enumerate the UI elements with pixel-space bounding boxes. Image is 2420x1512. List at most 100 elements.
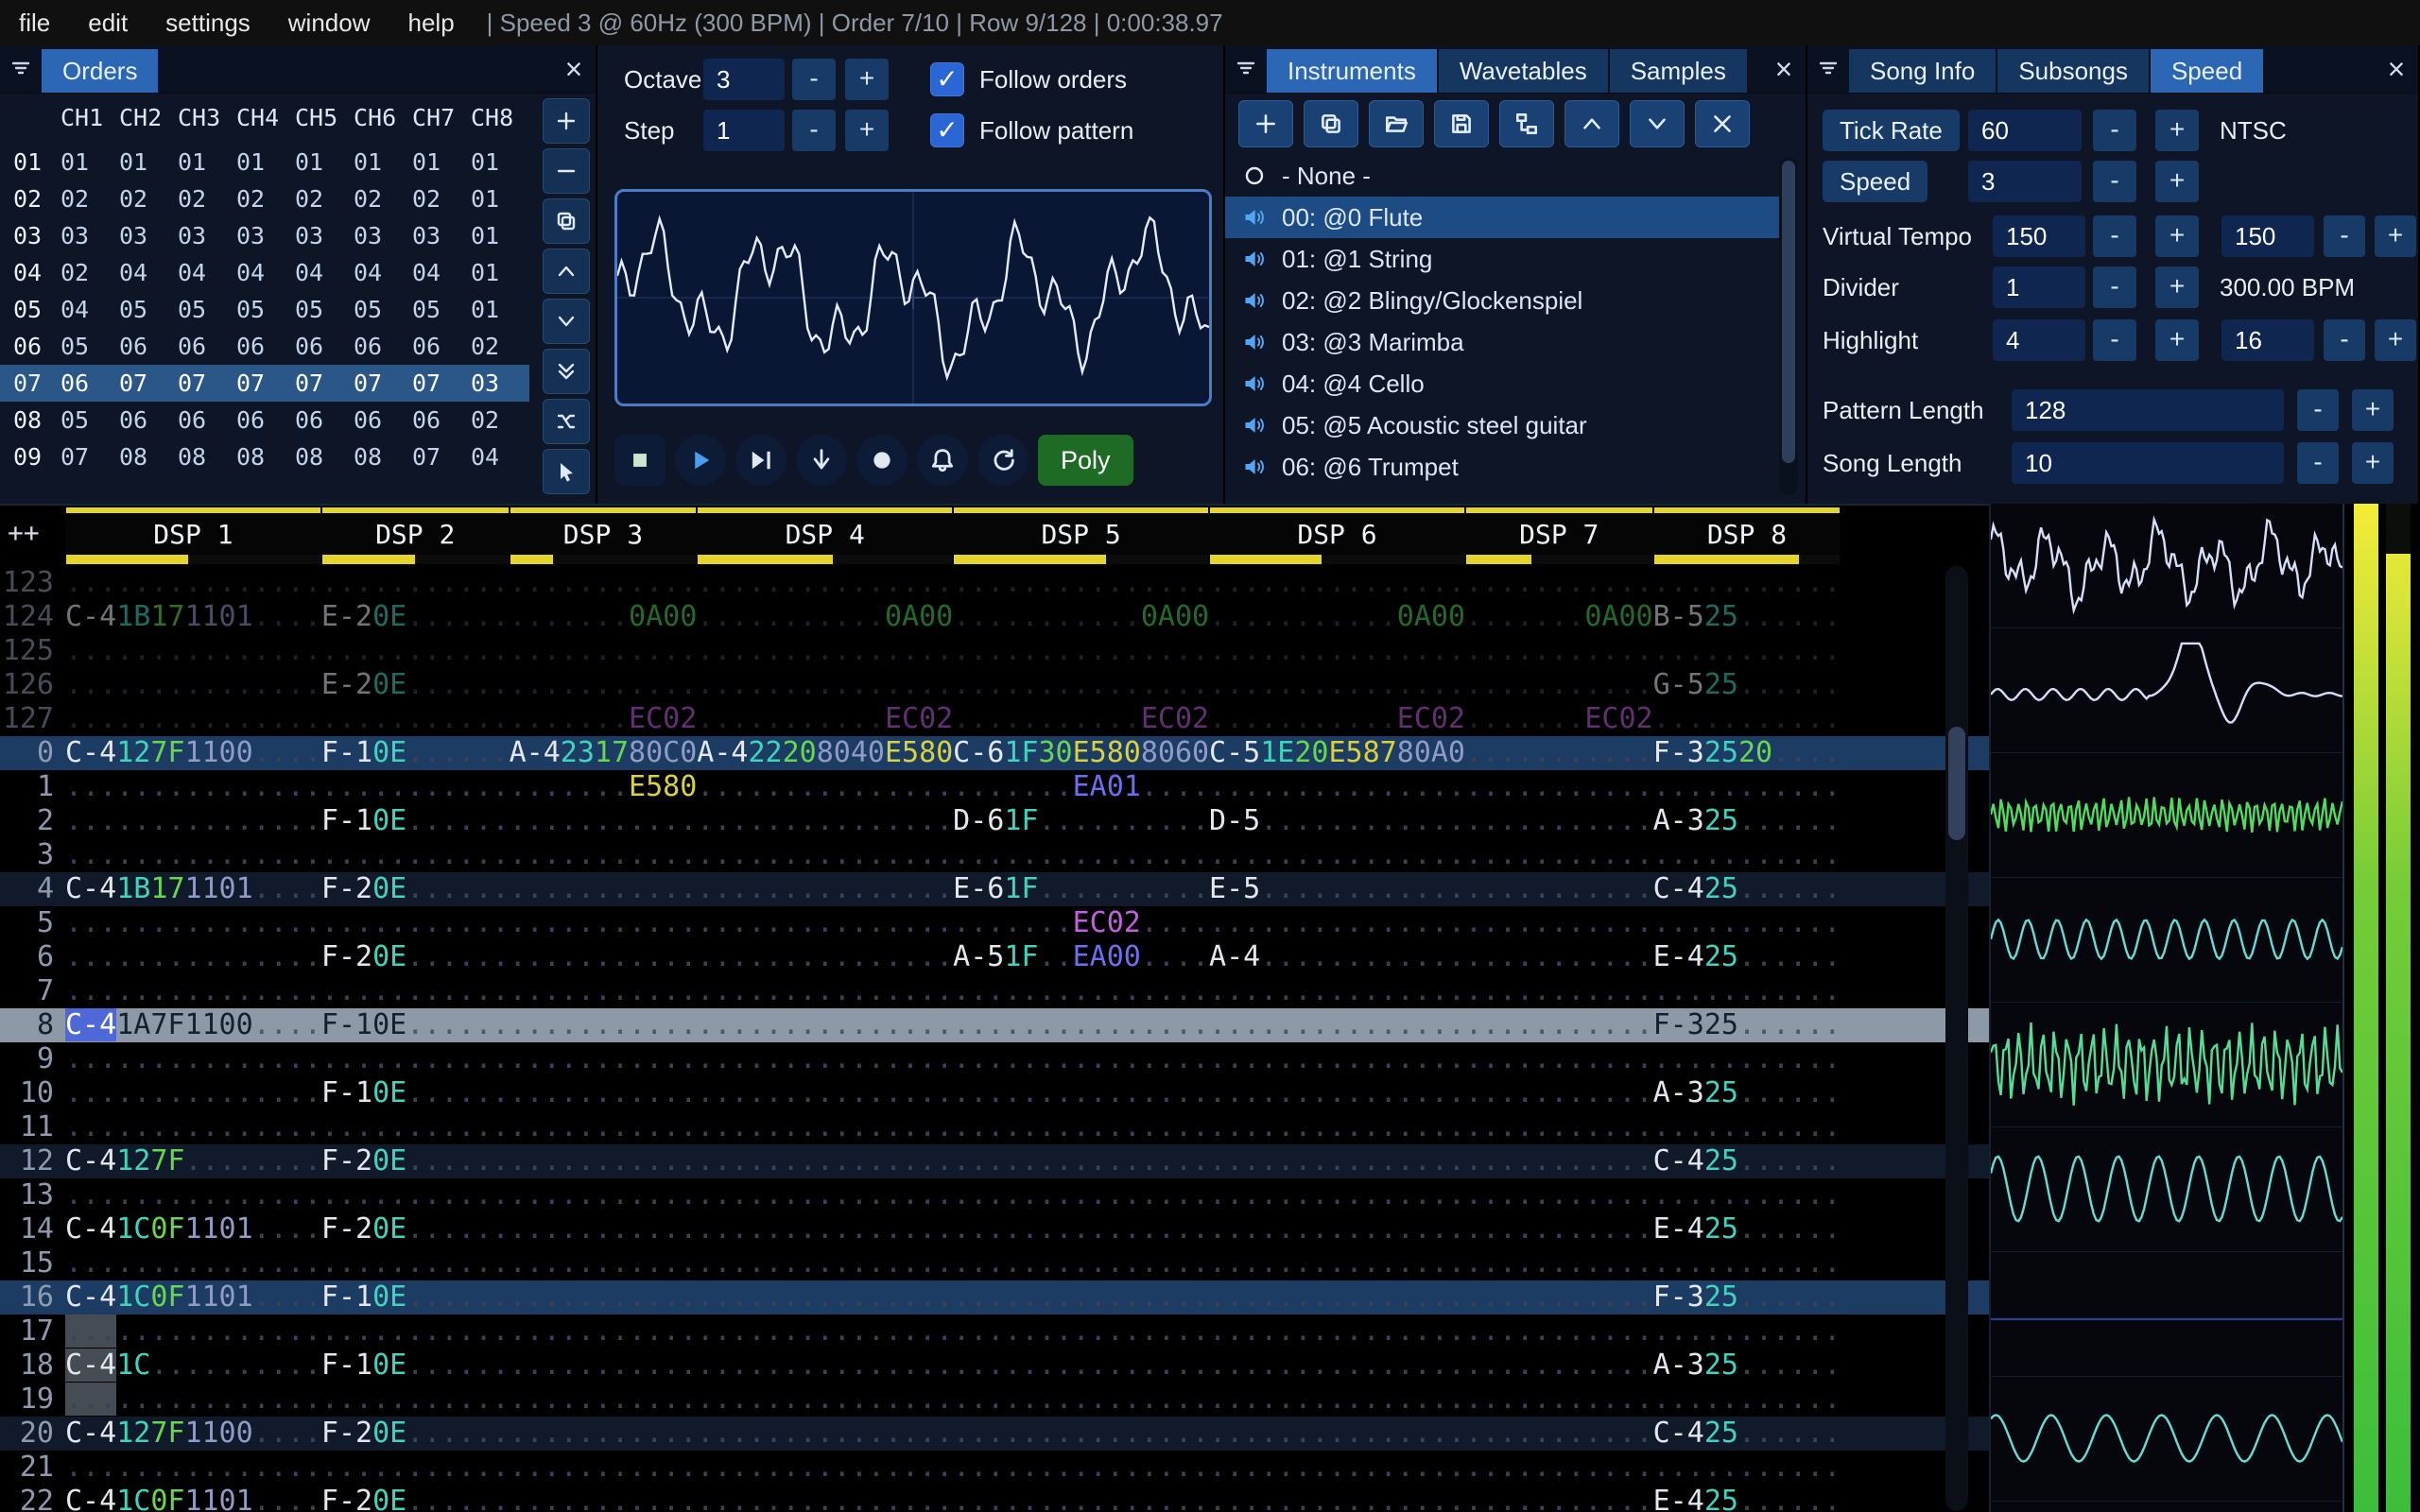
pattern-cell[interactable]: ............... (697, 1485, 953, 1512)
speed-input[interactable]: 3 (1968, 161, 2082, 202)
pattern-length-input[interactable]: 128 (2012, 389, 2284, 431)
pattern-cell[interactable]: ........... (510, 566, 698, 600)
pattern-cell[interactable]: ............... (65, 906, 321, 940)
pattern-cell[interactable]: G-525...... (1653, 668, 1841, 702)
order-cell[interactable]: 05 (236, 296, 295, 323)
channel-header-2[interactable]: DSP 2 (320, 506, 510, 564)
pattern-scrollbar[interactable] (1945, 566, 1968, 1511)
pattern-cell[interactable]: A-325...... (1653, 804, 1841, 838)
pattern-cell[interactable]: ............... (953, 1417, 1209, 1451)
pattern-cell[interactable]: ........... (510, 1144, 698, 1178)
pattern-cell[interactable]: ........... (510, 1314, 698, 1349)
pattern-cell[interactable]: ........... (510, 974, 698, 1008)
order-cell[interactable]: 01 (60, 148, 119, 176)
pattern-cell[interactable]: ........... (1465, 736, 1653, 770)
order-cell[interactable]: 04 (295, 259, 354, 286)
pattern-cell[interactable]: ............... (953, 1451, 1209, 1485)
instrument-add-button[interactable] (1238, 100, 1293, 147)
pattern-cell[interactable]: ............... (697, 804, 953, 838)
pattern-cell[interactable]: C-41B171101.... (65, 872, 321, 906)
order-cell[interactable]: 06 (60, 369, 119, 397)
pattern-cell[interactable]: ........... (1465, 872, 1653, 906)
pattern-cell[interactable]: ........... (1653, 1178, 1841, 1212)
order-cell[interactable]: 05 (412, 296, 471, 323)
channel-name[interactable]: DSP 1 (65, 513, 321, 555)
pattern-cell[interactable]: ........... (1653, 1246, 1841, 1280)
pattern-cell[interactable]: ........... (321, 1110, 510, 1144)
instrument-folders-button[interactable] (1499, 100, 1554, 147)
pattern-cell[interactable]: ........... (321, 1383, 510, 1417)
pattern-cell[interactable]: ............... (953, 838, 1209, 872)
follow-pattern-checkbox[interactable]: ✓ (930, 113, 964, 147)
scrollbar-thumb[interactable] (1948, 727, 1965, 840)
pattern-cell[interactable]: A-4............ (1209, 940, 1465, 974)
pattern-cell[interactable]: E-425...... (1653, 1212, 1841, 1246)
pattern-cell[interactable]: ............... (1209, 1349, 1465, 1383)
tick-rate-input[interactable]: 60 (1968, 110, 2082, 151)
panel-menu-icon[interactable] (1807, 45, 1849, 93)
pattern-cell[interactable]: ............... (65, 566, 321, 600)
pattern-cell[interactable]: ........... (1465, 940, 1653, 974)
pattern-cell[interactable]: ........... (1653, 1042, 1841, 1076)
order-cell[interactable]: 01 (471, 222, 529, 249)
step-input[interactable]: 1 (703, 110, 785, 151)
order-cell[interactable]: 04 (354, 259, 412, 286)
pattern-cell[interactable]: ........... (1465, 634, 1653, 668)
pattern-cell[interactable]: C-61F30E5808060 (953, 736, 1209, 770)
order-cell[interactable]: 07 (119, 369, 178, 397)
order-cell[interactable]: 05 (354, 296, 412, 323)
pattern-cell[interactable]: ............... (697, 1042, 953, 1076)
channel-name[interactable]: DSP 7 (1464, 513, 1653, 555)
order-cell[interactable]: 06 (236, 406, 295, 434)
order-cell[interactable]: 06 (178, 333, 236, 360)
order-cell[interactable]: 03 (178, 222, 236, 249)
order-cell[interactable]: 05 (60, 333, 119, 360)
channel-header-5[interactable]: DSP 5 (953, 506, 1210, 564)
channel-name[interactable]: DSP 3 (509, 513, 698, 555)
pattern-cell[interactable]: ........... (510, 838, 698, 872)
order-cell[interactable]: 06 (119, 333, 178, 360)
pattern-cell[interactable]: C-41A7F1100.... (65, 1008, 321, 1042)
order-row[interactable]: 07 06 07 07 07 07 07 07 03 (0, 365, 529, 402)
menu-item-help[interactable]: help (389, 9, 474, 38)
order-cell[interactable]: 02 (295, 185, 354, 213)
highlight-second-plus-button[interactable]: + (2375, 319, 2416, 361)
divider-plus-button[interactable]: + (2155, 266, 2199, 308)
order-cell[interactable]: 06 (354, 406, 412, 434)
pattern-cell[interactable]: ........... (1465, 1042, 1653, 1076)
pattern-cell[interactable]: ........... (1653, 1110, 1841, 1144)
pattern-cell[interactable]: ............... (697, 838, 953, 872)
tab-speed[interactable]: Speed (2150, 49, 2264, 93)
order-cell[interactable]: 06 (236, 333, 295, 360)
panel-menu-icon[interactable] (0, 45, 42, 93)
pattern-cell[interactable]: ........... (1653, 1314, 1841, 1349)
pattern-cell[interactable]: ............... (953, 1280, 1209, 1314)
order-cell[interactable]: 07 (354, 369, 412, 397)
pattern-cell[interactable]: ............... (697, 1349, 953, 1383)
order-cell[interactable]: 02 (354, 185, 412, 213)
pattern-cell[interactable]: .......E580 (510, 770, 698, 804)
pattern-cell[interactable]: ...........EC02 (1209, 702, 1465, 736)
channel-header-4[interactable]: DSP 4 (697, 506, 954, 564)
channel-name[interactable]: DSP 6 (1209, 513, 1465, 555)
pattern-cell[interactable]: ............... (953, 566, 1209, 600)
highlight-first-plus-button[interactable]: + (2155, 319, 2199, 361)
instruments-scrollbar[interactable] (1779, 157, 1798, 495)
instrument-item[interactable]: 04: @4 Cello (1225, 363, 1785, 404)
order-cell[interactable]: 01 (471, 259, 529, 286)
pattern-cell[interactable]: ............... (65, 1110, 321, 1144)
pattern-cell[interactable]: ........... (1465, 770, 1653, 804)
order-cell[interactable]: 06 (295, 333, 354, 360)
order-cell[interactable]: 03 (295, 222, 354, 249)
pattern-cell[interactable]: ...........EC02 (953, 702, 1209, 736)
step-plus-button[interactable]: + (845, 110, 889, 151)
pattern-cell[interactable]: ............... (65, 1451, 321, 1485)
instruments-close-icon[interactable]: × (1762, 45, 1806, 93)
order-cell[interactable]: 07 (236, 369, 295, 397)
pattern-cell[interactable]: E-61F.......... (953, 872, 1209, 906)
pattern-cell[interactable]: ............... (697, 770, 953, 804)
pattern-cell[interactable]: ........... (1653, 838, 1841, 872)
divider-input[interactable]: 1 (1993, 266, 2085, 308)
virtual-tempo-den-plus-button[interactable]: + (2375, 215, 2416, 257)
virtual-tempo-num-minus-button[interactable]: - (2093, 215, 2136, 257)
